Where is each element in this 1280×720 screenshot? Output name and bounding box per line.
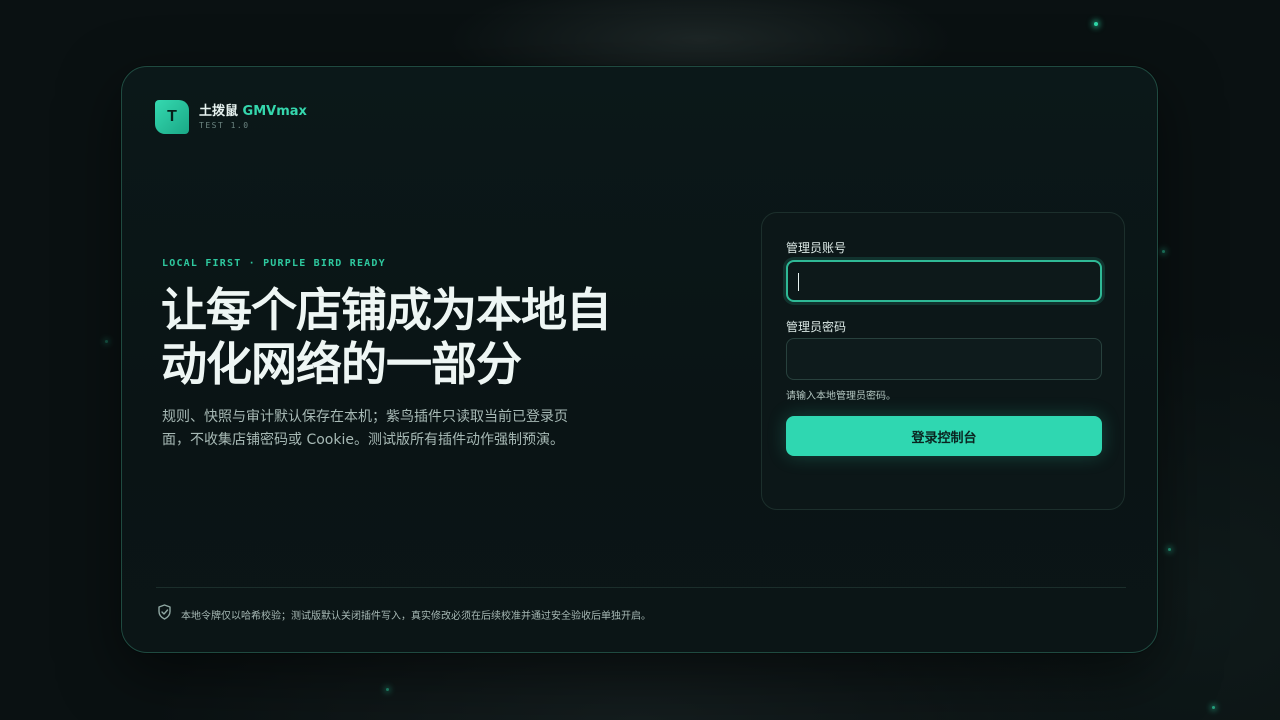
hero-eyebrow: LOCAL FIRST · PURPLE BIRD READY bbox=[162, 258, 386, 269]
brand-logo: T bbox=[155, 100, 189, 134]
brand-version: TEST 1.0 bbox=[199, 121, 250, 130]
login-button[interactable]: 登录控制台 bbox=[786, 416, 1102, 456]
footer-divider bbox=[156, 587, 1126, 588]
brand-text: 土拨鼠 GMVmax TEST 1.0 bbox=[199, 104, 307, 130]
glow-particle bbox=[105, 340, 108, 343]
security-notice: 本地令牌仅以哈希校验；测试版默认关闭插件写入，真实修改必须在后续校准并通过安全验… bbox=[157, 604, 651, 624]
glow-particle bbox=[1168, 548, 1171, 551]
glow-particle bbox=[1212, 706, 1215, 709]
glow-particle bbox=[1094, 22, 1098, 26]
hero-description-line2: 面，不收集店铺密码或 Cookie。测试版所有插件动作强制预演。 bbox=[162, 432, 564, 448]
account-input[interactable] bbox=[786, 260, 1102, 302]
login-card: T 土拨鼠 GMVmax TEST 1.0 LOCAL FIRST · PURP… bbox=[121, 66, 1158, 653]
glow-particle bbox=[386, 688, 389, 691]
shield-check-icon bbox=[157, 604, 172, 624]
text-caret bbox=[798, 273, 799, 291]
brand-product: GMVmax bbox=[242, 104, 307, 119]
password-label: 管理员密码 bbox=[786, 320, 847, 334]
hero-headline-line1: 让每个店铺成为本地自 bbox=[161, 283, 612, 337]
hero-headline: 让每个店铺成为本地自 动化网络的一部分 bbox=[161, 283, 681, 391]
glow-particle bbox=[1162, 250, 1165, 253]
hero-description-line1: 规则、快照与审计默认保存在本机；紫鸟插件只读取当前已登录页 bbox=[162, 409, 568, 425]
password-input[interactable] bbox=[786, 338, 1102, 380]
hero-description: 规则、快照与审计默认保存在本机；紫鸟插件只读取当前已登录页 面，不收集店铺密码或… bbox=[162, 406, 612, 452]
brand: T 土拨鼠 GMVmax TEST 1.0 bbox=[155, 100, 307, 134]
brand-name: 土拨鼠 GMVmax bbox=[199, 104, 307, 120]
security-notice-text: 本地令牌仅以哈希校验；测试版默认关闭插件写入，真实修改必须在后续校准并通过安全验… bbox=[181, 610, 651, 622]
account-label: 管理员账号 bbox=[786, 241, 847, 255]
login-form: 管理员账号 管理员密码 请输入本地管理员密码。 登录控制台 bbox=[761, 212, 1125, 510]
hero-headline-line2: 动化网络的一部分 bbox=[161, 337, 522, 391]
password-hint: 请输入本地管理员密码。 bbox=[786, 391, 896, 402]
brand-name-cn: 土拨鼠 bbox=[199, 104, 239, 119]
